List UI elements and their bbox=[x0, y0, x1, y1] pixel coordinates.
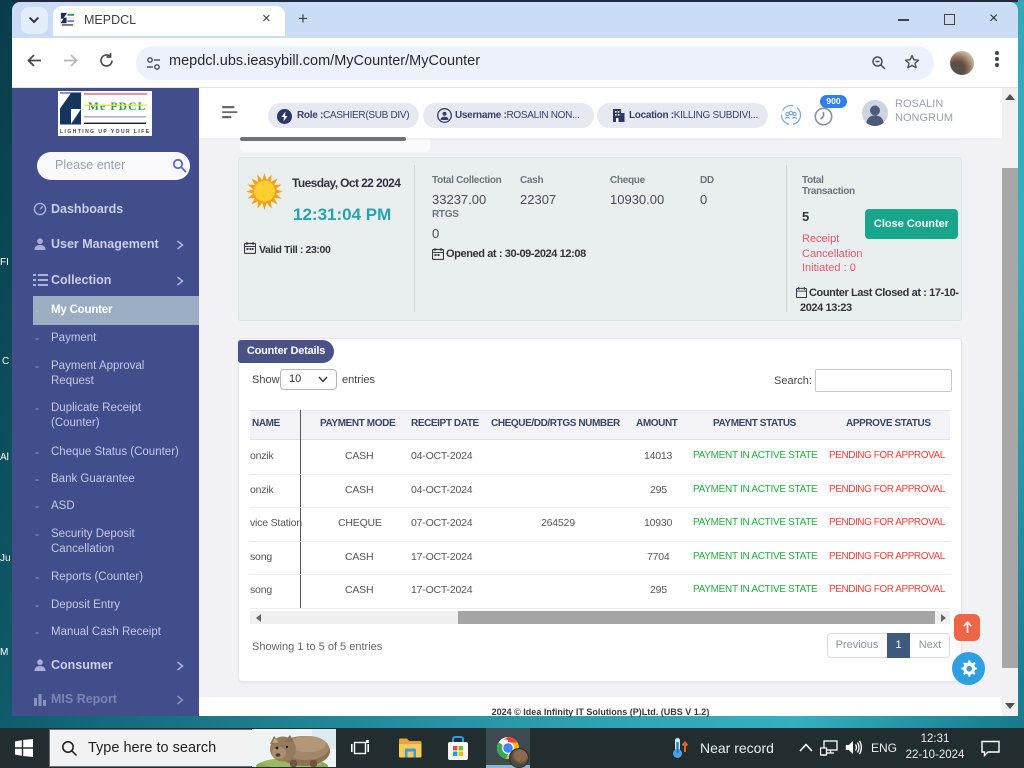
svg-text:LIGHTING UP YOUR LIFE: LIGHTING UP YOUR LIFE bbox=[60, 129, 151, 135]
svg-text:Me PDCL: Me PDCL bbox=[88, 101, 147, 113]
